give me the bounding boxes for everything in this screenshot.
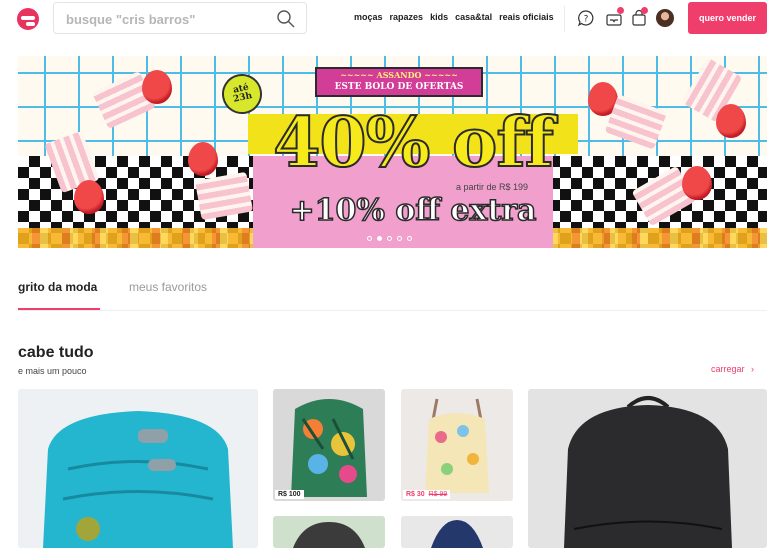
top-header: moças rapazes kids casa&tal reais oficia…: [0, 0, 767, 40]
banner-extra-discount: +10% off extra: [289, 193, 538, 229]
banner-price-note: a partir de R$ 199: [456, 182, 529, 192]
help-icon[interactable]: ?: [577, 9, 595, 27]
product-card[interactable]: R$ 30 R$ 99: [401, 389, 513, 501]
feed-tabs: grito da moda meus favoritos: [18, 280, 767, 311]
nav-kids[interactable]: kids: [430, 12, 448, 22]
svg-text:?: ?: [584, 15, 589, 25]
ribbon-line-2: ESTE BOLO DE OFERTAS: [334, 82, 464, 92]
product-card[interactable]: [528, 389, 767, 548]
carousel-dot[interactable]: [367, 236, 372, 241]
chevron-right-icon: ›: [751, 364, 755, 374]
product-image-turquoise-backpack: [18, 389, 258, 548]
nav-reais-oficiais[interactable]: reais oficiais: [499, 12, 554, 22]
header-divider: [564, 6, 565, 32]
nav-rapazes[interactable]: rapazes: [390, 12, 424, 22]
product-price-current: R$ 30: [406, 491, 425, 498]
section-subtitle: e mais um pouco: [18, 366, 87, 376]
load-more-label: carregar: [711, 364, 745, 374]
user-avatar[interactable]: [656, 9, 674, 27]
promo-banner[interactable]: até 23h ~~~~~ ASSANDO ~~~~~ ESTE BOLO DE…: [18, 56, 767, 248]
bag-notification-badge: [641, 7, 648, 14]
section-title: cabe tudo: [18, 344, 94, 361]
carousel-dot[interactable]: [397, 236, 402, 241]
banner-ribbon: ~~~~~ ASSANDO ~~~~~ ESTE BOLO DE OFERTAS: [315, 67, 483, 97]
carousel-dot[interactable]: [407, 236, 412, 241]
product-price-old: R$ 99: [428, 491, 448, 498]
carousel-dots: [367, 236, 412, 241]
product-price: R$ 30 R$ 99: [403, 490, 451, 499]
product-card[interactable]: [18, 389, 258, 548]
sell-button[interactable]: quero vender: [688, 2, 767, 34]
load-more-link[interactable]: carregar ›: [711, 364, 754, 374]
nav-mocas[interactable]: moças: [354, 12, 383, 22]
inbox-notification-badge: [617, 7, 624, 14]
product-price: R$ 100: [275, 490, 304, 499]
product-image-bag: [273, 516, 385, 548]
product-card[interactable]: [401, 516, 513, 548]
product-image-butterfly-backpack: [401, 389, 513, 501]
search-box[interactable]: [53, 2, 307, 34]
ribbon-line-1: ~~~~~ ASSANDO ~~~~~: [340, 70, 458, 80]
active-tab-indicator: [18, 308, 100, 310]
search-input[interactable]: [66, 9, 266, 29]
search-icon[interactable]: [276, 9, 296, 29]
product-card[interactable]: R$ 100: [273, 389, 385, 501]
banner-headline: 40% off: [272, 103, 555, 183]
carousel-dot-active[interactable]: [377, 236, 382, 241]
product-image-tropical-backpack: [273, 389, 385, 501]
enjoei-logo[interactable]: [17, 8, 39, 30]
category-nav: moças rapazes kids casa&tal reais oficia…: [354, 12, 554, 22]
nav-casa-tal[interactable]: casa&tal: [455, 12, 492, 22]
product-image-black-backpack: [528, 389, 767, 548]
tab-grito-da-moda[interactable]: grito da moda: [18, 280, 97, 294]
product-card[interactable]: [273, 516, 385, 548]
tab-meus-favoritos[interactable]: meus favoritos: [129, 280, 207, 294]
product-image-bag: [401, 516, 513, 548]
carousel-dot[interactable]: [387, 236, 392, 241]
